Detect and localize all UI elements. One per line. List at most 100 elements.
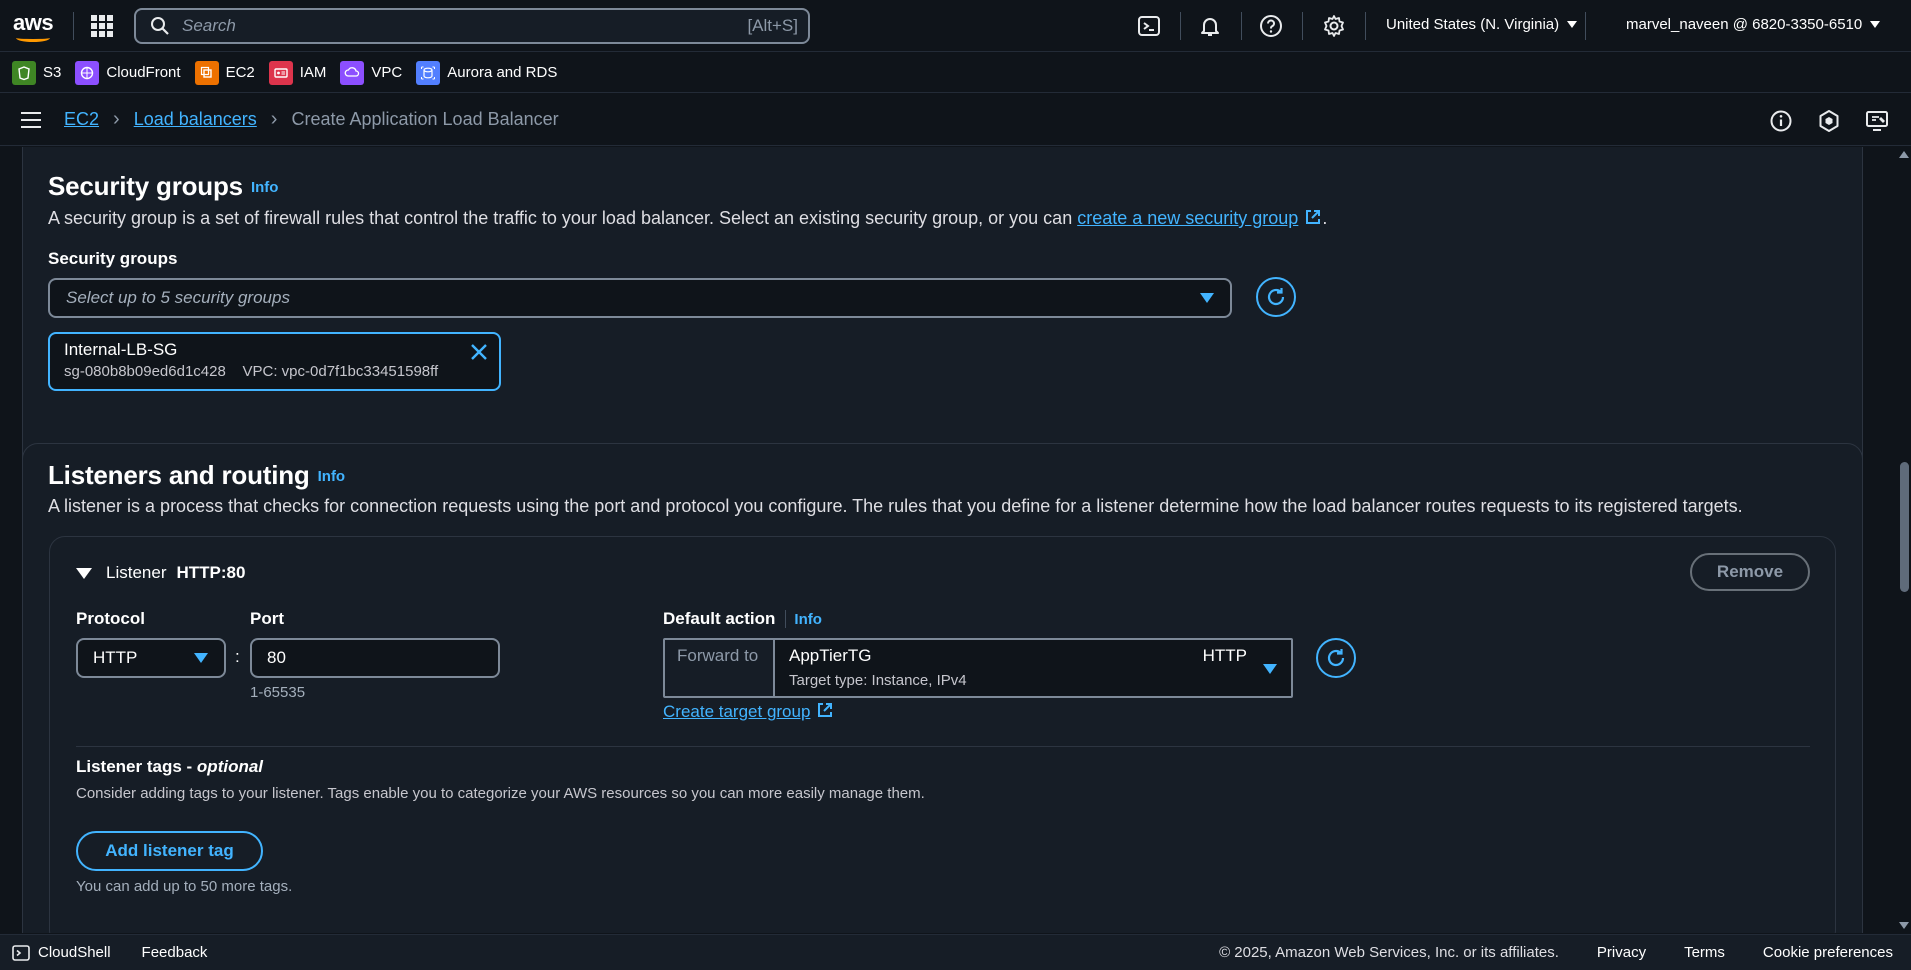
create-target-group-link-wrap: Create target group xyxy=(663,701,834,722)
default-action-select[interactable]: Forward to AppTierTG Target type: Instan… xyxy=(663,638,1293,698)
listeners-routing-panel: Listeners and routing Info A listener is … xyxy=(22,443,1863,933)
ec2-service-icon xyxy=(194,60,219,85)
port-value: 80 xyxy=(267,648,286,667)
info-link[interactable]: Info xyxy=(318,468,346,485)
target-protocol: HTTP xyxy=(1202,646,1247,665)
privacy-link[interactable]: Privacy xyxy=(1597,944,1646,961)
divider xyxy=(76,746,1810,747)
breadcrumb: EC2 › Load balancers › Create Applicatio… xyxy=(64,108,559,131)
favorite-iam[interactable]: IAM xyxy=(268,60,327,85)
info-panel-icon[interactable] xyxy=(1769,109,1793,133)
select-placeholder: Select up to 5 security groups xyxy=(66,288,290,307)
terms-link[interactable]: Terms xyxy=(1684,944,1725,961)
cloudfront-service-icon xyxy=(75,60,100,85)
cookie-preferences-link[interactable]: Cookie preferences xyxy=(1763,944,1893,961)
security-group-name: Internal-LB-SG xyxy=(64,340,178,359)
remove-token-close-icon[interactable] xyxy=(469,342,489,362)
remove-listener-button[interactable]: Remove xyxy=(1690,553,1810,591)
page-section-title: Security groups xyxy=(48,171,243,201)
aws-smile-icon xyxy=(16,34,50,42)
tag-limit-hint: You can add up to 50 more tags. xyxy=(76,878,293,895)
create-target-group-link[interactable]: Create target group xyxy=(663,702,810,721)
caret-down-icon xyxy=(1263,664,1277,674)
listener-container: Listener HTTP:80 Remove Protocol HTTP : … xyxy=(49,536,1836,933)
info-link[interactable]: Info xyxy=(794,611,822,628)
aws-logo-text: aws xyxy=(13,9,54,35)
top-navigation: aws Search [Alt+S] United States (N. Vir… xyxy=(0,0,1911,52)
feedback-display-icon[interactable] xyxy=(1865,109,1889,133)
cloudshell-icon[interactable] xyxy=(1137,14,1161,38)
target-group-option: AppTierTG Target type: Instance, IPv4 HT… xyxy=(775,640,1291,696)
breadcrumb-bar: EC2 › Load balancers › Create Applicatio… xyxy=(0,94,1911,146)
help-icon[interactable] xyxy=(1259,14,1283,38)
caret-down-icon xyxy=(194,653,208,663)
search-shortcut: [Alt+S] xyxy=(747,16,798,35)
aws-logo[interactable]: aws xyxy=(13,8,57,44)
info-link[interactable]: Info xyxy=(251,179,279,196)
refresh-security-groups-button[interactable] xyxy=(1256,277,1296,317)
rds-service-icon xyxy=(416,60,441,85)
favorite-label: S3 xyxy=(43,64,62,81)
security-hexagon-icon[interactable] xyxy=(1817,109,1841,133)
feedback-link[interactable]: Feedback xyxy=(142,944,208,961)
port-hint: 1-65535 xyxy=(250,684,306,701)
favorite-label: Aurora and RDS xyxy=(447,64,558,81)
favorite-s3[interactable]: S3 xyxy=(12,60,62,85)
protocol-value: HTTP xyxy=(93,648,138,667)
search-placeholder: Search xyxy=(182,16,236,35)
favorite-vpc[interactable]: VPC xyxy=(340,60,402,85)
main-content: Security groups Info A security group is … xyxy=(0,147,1896,933)
security-groups-field-label: Security groups xyxy=(48,249,178,268)
refresh-icon xyxy=(1267,288,1285,306)
protocol-select[interactable]: HTTP xyxy=(76,638,226,678)
listeners-description: A listener is a process that checks for … xyxy=(48,496,1743,516)
scroll-up-arrow-icon[interactable] xyxy=(1899,151,1909,158)
vpc-service-icon xyxy=(340,60,365,85)
region-selector[interactable]: United States (N. Virginia) xyxy=(1386,16,1578,33)
services-menu-icon[interactable] xyxy=(91,14,113,37)
breadcrumb-current: Create Application Load Balancer xyxy=(291,109,559,129)
cloudshell-footer-button[interactable]: CloudShell xyxy=(12,944,111,962)
favorite-label: IAM xyxy=(299,64,327,81)
default-action-heading: Default action Info xyxy=(663,609,822,629)
caret-down-icon xyxy=(1200,293,1214,303)
search-input[interactable]: Search [Alt+S] xyxy=(134,8,810,44)
port-input[interactable]: 80 xyxy=(250,638,500,678)
refresh-target-groups-button[interactable] xyxy=(1316,638,1356,678)
favorite-cloudfront[interactable]: CloudFront xyxy=(75,60,181,85)
search-icon xyxy=(151,17,169,35)
create-security-group-link[interactable]: create a new security group xyxy=(1077,208,1298,228)
target-type: Target type: Instance, IPv4 xyxy=(789,672,967,689)
breadcrumb-ec2-link[interactable]: EC2 xyxy=(64,109,99,130)
listener-name: HTTP:80 xyxy=(176,563,246,582)
listener-label: Listener xyxy=(106,563,167,582)
scroll-down-arrow-icon[interactable] xyxy=(1899,922,1909,929)
s3-service-icon xyxy=(12,60,36,85)
favorite-ec2[interactable]: EC2 xyxy=(194,60,255,85)
add-listener-tag-button[interactable]: Add listener tag xyxy=(76,831,263,871)
side-navigation-menu-icon[interactable] xyxy=(21,111,41,128)
favorite-aurora-rds[interactable]: Aurora and RDS xyxy=(416,60,558,85)
listeners-heading: Listeners and routing Info xyxy=(48,460,345,491)
scrollbar-thumb[interactable] xyxy=(1900,462,1909,592)
protocol-port-separator: : xyxy=(235,647,240,666)
forward-to-label: Forward to xyxy=(665,640,775,696)
security-groups-heading: Security groups Info xyxy=(48,171,278,202)
page-scrollbar[interactable] xyxy=(1896,147,1911,933)
caret-down-icon xyxy=(1870,21,1881,28)
breadcrumb-load-balancers-link[interactable]: Load balancers xyxy=(134,109,257,130)
port-label: Port xyxy=(250,609,284,628)
caret-down-icon xyxy=(76,567,92,579)
protocol-label: Protocol xyxy=(76,609,145,628)
account-menu[interactable]: marvel_naveen @ 6820-3350-6510 xyxy=(1626,16,1881,33)
external-link-icon xyxy=(818,703,833,717)
selected-security-group-token: Internal-LB-SG sg-080b8b09ed6d1c428 VPC:… xyxy=(48,332,501,391)
settings-gear-icon[interactable] xyxy=(1322,14,1346,38)
caret-down-icon xyxy=(1567,21,1578,28)
listener-header-toggle[interactable]: Listener HTTP:80 xyxy=(76,563,245,583)
footer-links: © 2025, Amazon Web Services, Inc. or its… xyxy=(1219,944,1893,961)
footer: CloudShell Feedback © 2025, Amazon Web S… xyxy=(0,934,1911,970)
security-groups-select[interactable]: Select up to 5 security groups xyxy=(48,278,1232,318)
security-group-meta: sg-080b8b09ed6d1c428 VPC: vpc-0d7f1bc334… xyxy=(64,363,439,380)
notifications-bell-icon[interactable] xyxy=(1198,14,1222,38)
